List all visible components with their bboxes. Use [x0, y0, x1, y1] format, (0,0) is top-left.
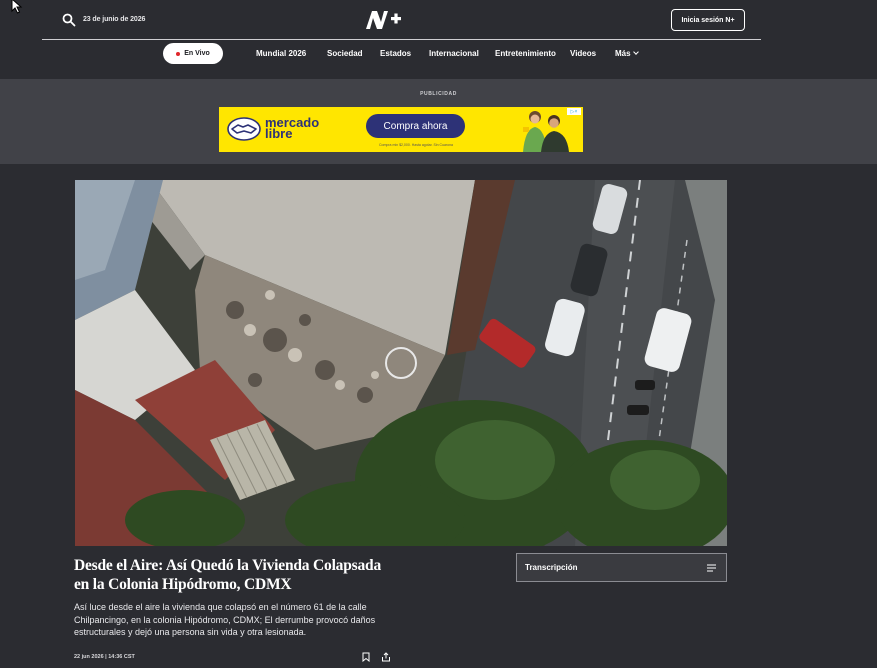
- login-button[interactable]: Inicia sesión N+: [671, 9, 745, 31]
- nav-item-mas[interactable]: Más: [615, 49, 639, 58]
- nav-item-videos[interactable]: Videos: [570, 49, 596, 58]
- nav-item-mundial[interactable]: Mundial 2026: [256, 49, 306, 58]
- transcript-toggle[interactable]: Transcripción: [516, 553, 727, 582]
- transcript-label: Transcripción: [525, 563, 578, 572]
- handshake-logo-icon: [227, 117, 261, 141]
- hero-aerial-image[interactable]: [75, 180, 727, 546]
- live-dot-icon: [176, 51, 181, 56]
- top-bar: 23 de junio de 2026 Inicia sesión N+: [42, 0, 761, 40]
- mouse-cursor-icon: [11, 0, 23, 14]
- article-headline: Desde el Aire: Así Quedó la Vivienda Col…: [74, 557, 382, 593]
- article-meta: 22 jun 2026 | 14:36 CST: [74, 654, 135, 660]
- lines-icon: [707, 564, 716, 572]
- share-icon[interactable]: [381, 652, 391, 662]
- ad-brand: mercado libre: [265, 116, 319, 140]
- ad-band: PUBLICIDAD mercado libre Compra ahora Co…: [0, 79, 877, 164]
- nav-item-estados[interactable]: Estados: [380, 49, 411, 58]
- ad-label: PUBLICIDAD: [420, 91, 457, 97]
- nav-item-internacional[interactable]: Internacional: [429, 49, 479, 58]
- main-nav: En Vivo Mundial 2026 Sociedad Estados In…: [0, 40, 877, 68]
- nav-item-sociedad[interactable]: Sociedad: [327, 49, 363, 58]
- nav-item-mas-label: Más: [615, 49, 631, 58]
- current-date: 23 de junio de 2026: [83, 16, 146, 23]
- bookmark-icon[interactable]: [362, 652, 370, 662]
- ad-fine-print: Compra min $2,000. Hasta agotar. Sin Cua…: [379, 143, 453, 147]
- article-summary: Así luce desde el aire la vivienda que c…: [74, 602, 376, 637]
- page: 23 de junio de 2026 Inicia sesión N+ En …: [0, 0, 877, 668]
- chevron-down-icon: [632, 49, 639, 55]
- search-icon[interactable]: [62, 13, 76, 27]
- ad-cta-button[interactable]: Compra ahora: [366, 114, 465, 138]
- nplus-logo[interactable]: [364, 9, 402, 31]
- adchoices-icon[interactable]: ▷×: [567, 108, 581, 115]
- nav-item-entretenimiento[interactable]: Entretenimiento: [495, 49, 556, 58]
- mercadolibre-ad[interactable]: mercado libre Compra ahora Compra min $2…: [219, 107, 583, 152]
- live-label: En Vivo: [184, 50, 210, 57]
- live-button[interactable]: En Vivo: [163, 43, 223, 64]
